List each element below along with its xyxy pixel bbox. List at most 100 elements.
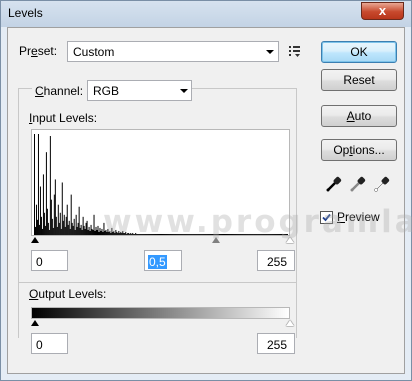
output-levels-slider[interactable] [31, 319, 294, 329]
preset-value: Custom [73, 45, 115, 59]
preset-label: Preset: [19, 44, 58, 58]
ok-button[interactable]: OK [321, 41, 397, 63]
histogram-bar [73, 218, 75, 235]
histogram-bar [88, 226, 90, 235]
histogram-bar [76, 226, 78, 235]
histogram-bar [95, 226, 97, 235]
channel-label: Channel: [35, 84, 84, 98]
histogram-bar [84, 228, 86, 235]
histogram-bar [78, 206, 80, 235]
input-levels-label: Input Levels: [29, 111, 98, 125]
histogram-bar [97, 225, 99, 235]
reset-button[interactable]: Reset [321, 69, 397, 91]
group-border-top-right [192, 88, 296, 89]
output-white-field[interactable]: 255 [257, 333, 295, 354]
histogram-bar [94, 230, 96, 235]
white-point-eyedropper-icon[interactable] [373, 175, 391, 193]
chevron-down-icon [180, 89, 188, 93]
histogram-bar [71, 222, 73, 235]
histogram-bar [72, 225, 74, 235]
histogram-bar [82, 216, 84, 235]
close-icon: x [378, 3, 387, 18]
options-button[interactable]: Options... [321, 139, 397, 161]
histogram-bar [37, 134, 39, 235]
histogram-bar [40, 216, 42, 235]
group-border-top-left [18, 88, 32, 89]
preset-select[interactable]: Custom [67, 41, 279, 62]
histogram-bar [79, 227, 81, 235]
histogram-bar [98, 231, 100, 235]
window-title: Levels [8, 6, 43, 20]
histogram-bar [75, 214, 77, 235]
levels-dialog: Levels x Preset: Custom Channel: RGB Inp… [0, 0, 412, 381]
histogram-bar [81, 229, 83, 235]
title-bar: Levels x [1, 1, 411, 27]
histogram-bar [34, 134, 35, 235]
histogram-bar [56, 226, 58, 235]
histogram-bar [35, 204, 37, 235]
histogram-bar [96, 229, 98, 235]
histogram-bar [92, 229, 94, 235]
histogram-bar [59, 212, 61, 235]
output-levels-label: Output Levels: [29, 287, 107, 301]
input-white-field[interactable]: 255 [257, 250, 295, 271]
black-point-eyedropper-icon[interactable] [325, 175, 343, 193]
channel-select[interactable]: RGB [87, 80, 192, 101]
histogram-bar [74, 229, 76, 235]
input-black-point-handle[interactable] [31, 237, 39, 243]
histogram-bar [99, 227, 101, 235]
histogram-bar [49, 136, 51, 235]
gray-point-eyedropper-icon[interactable] [349, 175, 367, 193]
histogram-bar [66, 204, 68, 235]
histogram-bar [58, 222, 60, 235]
auto-button[interactable]: Auto [321, 105, 397, 127]
histogram-bar [70, 194, 72, 235]
histogram-bar [54, 179, 56, 235]
histogram-bar [39, 186, 41, 235]
histogram-bar [57, 204, 59, 235]
output-white-point-handle[interactable] [286, 320, 294, 326]
histogram-bar [41, 228, 43, 235]
histogram-bar [80, 224, 82, 235]
histogram-bar [47, 222, 49, 235]
histogram-bar [89, 230, 91, 235]
histogram-bar [87, 229, 89, 235]
histogram-bar [90, 224, 92, 235]
histogram-bar [69, 228, 71, 235]
histogram-bar [34, 226, 36, 235]
histogram-bar [93, 214, 95, 235]
histogram-bar [64, 226, 66, 235]
histogram-bar [38, 224, 40, 235]
histogram-bar [42, 174, 44, 235]
histogram-bar [85, 222, 87, 235]
histogram-bar [100, 230, 102, 235]
input-gamma-field[interactable]: 0,5 [144, 250, 182, 271]
histogram-bar [44, 225, 46, 235]
preset-options-icon[interactable] [288, 44, 302, 58]
close-button[interactable]: x [361, 2, 404, 20]
watermark: www.programlar.com [103, 204, 412, 240]
histogram-bar [67, 224, 69, 235]
chevron-down-icon [266, 50, 274, 54]
histogram-bar [55, 216, 57, 235]
histogram-bar [45, 152, 47, 235]
histogram-bar [60, 228, 62, 235]
channel-value: RGB [93, 84, 120, 98]
histogram-bar [65, 216, 67, 235]
output-black-point-handle[interactable] [31, 320, 39, 326]
separator [19, 282, 296, 283]
group-border-left [18, 88, 19, 338]
histogram-bar [53, 194, 55, 235]
histogram-bar [52, 227, 54, 235]
histogram-bar [48, 229, 50, 235]
histogram-bar [63, 214, 65, 235]
histogram-bar [68, 220, 70, 235]
input-black-field[interactable]: 0 [31, 250, 68, 271]
dialog-body: Preset: Custom Channel: RGB Input Levels… [7, 27, 412, 374]
histogram-bar [77, 222, 79, 235]
histogram-bar [86, 220, 88, 235]
output-black-field[interactable]: 0 [31, 333, 68, 354]
histogram-bar [50, 199, 52, 235]
histogram-bar [51, 218, 53, 235]
histogram-bar [83, 225, 85, 235]
